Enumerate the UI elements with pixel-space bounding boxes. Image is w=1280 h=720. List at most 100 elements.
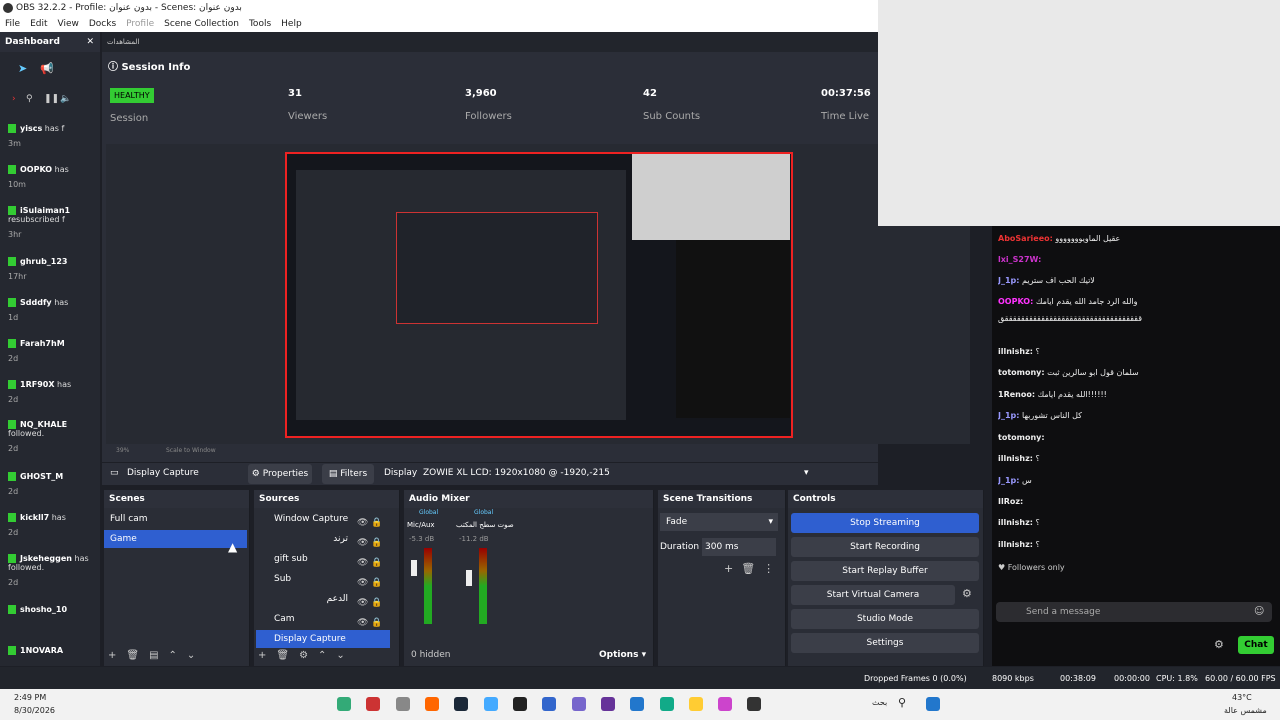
epic-icon[interactable] [513,697,527,711]
kick-icon [8,257,16,266]
terminal-icon[interactable] [747,697,761,711]
chat-text: والله الرد جامد الله يقدم ايامك [1035,297,1138,306]
display-select[interactable]: ZOWIE XL LCD: 1920x1080 @ -1920,-215 [423,468,610,478]
scene-tools[interactable]: +🗑▤⌃⌄ [108,650,205,661]
menu-view[interactable]: View [53,16,84,32]
volume-icon[interactable]: 🔈 [60,94,71,104]
activity-time: 2d [8,444,19,453]
followers-only-label: Followers only [1007,563,1065,572]
activity-user: OOPKO [20,165,53,174]
properties-label: Properties [262,469,309,479]
security-icon[interactable] [542,697,556,711]
weather-temp: 43°C [1232,693,1252,702]
duration-input[interactable]: 300 ms [702,538,776,556]
zoom-level: 39% [116,447,130,454]
folder-icon[interactable] [689,697,703,711]
chat-send-button[interactable]: Chat [1238,636,1274,654]
activity-text: has [57,380,72,389]
search-box[interactable]: بحث [872,698,887,707]
menu-help[interactable]: Help [276,16,307,32]
properties-button[interactable]: ⚙ Properties [248,464,312,484]
filters-button[interactable]: ▤ Filters [322,464,374,484]
menu-file[interactable]: File [0,16,25,32]
discord-icon[interactable] [572,697,586,711]
title-bar: OBS 32.2.2 - Profile: بدون عنوان - Scene… [0,0,878,16]
chat-text: كل الناس تشوربها [1022,411,1082,420]
stop-streaming-button[interactable]: Stop Streaming [791,513,979,533]
mixer-options[interactable]: Options ▾ [599,650,646,660]
audio-mixer-dock: Audio Mixer [404,490,654,666]
transition-select[interactable]: Fade ▾ [660,513,778,531]
chat-message: IlRoz: [998,497,1268,506]
chevron-right-icon[interactable]: › [12,94,16,104]
kick-icon [8,605,16,614]
chat-message: OOPKO: والله الرد جامد الله يقدم ايامك [998,297,1268,306]
activity-user: iSulaiman1 [20,206,71,215]
filter-icon[interactable]: ⚲ [26,94,33,104]
studio-mode-button[interactable]: Studio Mode [791,609,979,629]
activity-time: 3hr [8,230,22,239]
search-icon[interactable]: ⚲ [898,696,906,709]
chat-user: illnishz: [998,347,1033,356]
global-label: Global [419,509,439,516]
gear-icon[interactable]: ⚙ [1214,638,1224,651]
close-icon[interactable]: ✕ [86,32,94,52]
source-tools[interactable]: +🗑⚙⌃⌄ [258,650,355,661]
time-live-stat: 00:37:56 Time Live [821,88,871,122]
activity-item: Jskeheggen has followed. 2d [8,554,96,587]
activity-item: OOPKO has 10m [8,165,96,189]
megaphone-icon[interactable]: 📢 [40,62,54,75]
store-icon[interactable] [630,697,644,711]
chat-message: illnishz: ؟ [998,540,1268,549]
mic-volume-slider[interactable] [411,560,417,576]
pause-icon[interactable]: ❚❚ [44,94,59,104]
chevron-down-icon[interactable]: ▾ [804,468,809,478]
menu-edit[interactable]: Edit [25,16,52,32]
app-icon[interactable] [484,697,498,711]
transition-tools[interactable]: +🗑⋮ [724,562,782,575]
menu-scene-collection[interactable]: Scene Collection [159,16,244,32]
settings-button[interactable]: Settings [791,633,979,653]
steam-icon[interactable] [454,697,468,711]
menu-profile[interactable]: Profile [121,16,159,32]
dock-tab[interactable]: المشاهدات [102,32,878,52]
chat-user: J_1p: [998,411,1020,420]
activity-text: has [54,298,69,307]
scene-item-game[interactable]: Game [104,530,247,548]
scene-item-full-cam[interactable]: Full cam [104,510,247,528]
sources-title: Sources [254,490,399,508]
mic-db: -5.3 dB [409,535,435,543]
desktop-volume-slider[interactable] [466,570,472,586]
send-icon[interactable]: ➤ [18,62,27,75]
time-live-value: 00:37:56 [821,88,871,99]
scale-mode[interactable]: Scale to Window [166,447,216,454]
cpu-usage: CPU: 1.8% [1156,674,1198,683]
subs-label: Sub Counts [643,111,701,122]
menu-tools[interactable]: Tools [244,16,276,32]
obs-icon[interactable] [366,697,380,711]
visibility-icons[interactable]: 👁 🔒 👁 🔒 👁 🔒 👁 🔒 👁 🔒 👁 🔒 [357,513,383,633]
kick-icon [8,554,16,563]
gear-icon[interactable]: ⚙ [962,587,972,600]
menu-docks[interactable]: Docks [84,16,121,32]
replay-buffer-button[interactable]: Start Replay Buffer [791,561,979,581]
chat-message: totomony: سلمان قول ابو سالرين ثبت [998,368,1268,377]
settings-icon[interactable] [396,697,410,711]
edge-icon[interactable] [660,697,674,711]
chat-input[interactable]: Send a message [996,602,1272,622]
windows-start-icon[interactable] [926,697,940,711]
kick-icon [8,472,16,481]
start-recording-button[interactable]: Start Recording [791,537,979,557]
pen-icon[interactable] [601,697,615,711]
app-icon[interactable] [718,697,732,711]
activity-user: yiscs [20,124,43,133]
chrome-icon[interactable] [337,697,351,711]
display-label: Display [384,468,418,478]
brave-icon[interactable] [425,697,439,711]
chat-text: ؟ [1035,518,1040,527]
virtual-camera-button[interactable]: Start Virtual Camera [791,585,955,605]
mic-aux-label: Mic/Aux [407,521,435,529]
stream-time: 00:38:09 [1060,674,1096,683]
activity-item: iSulaiman1 resubscribed f 3hr [8,206,96,239]
emoji-icon[interactable]: ☺ [1254,606,1264,617]
